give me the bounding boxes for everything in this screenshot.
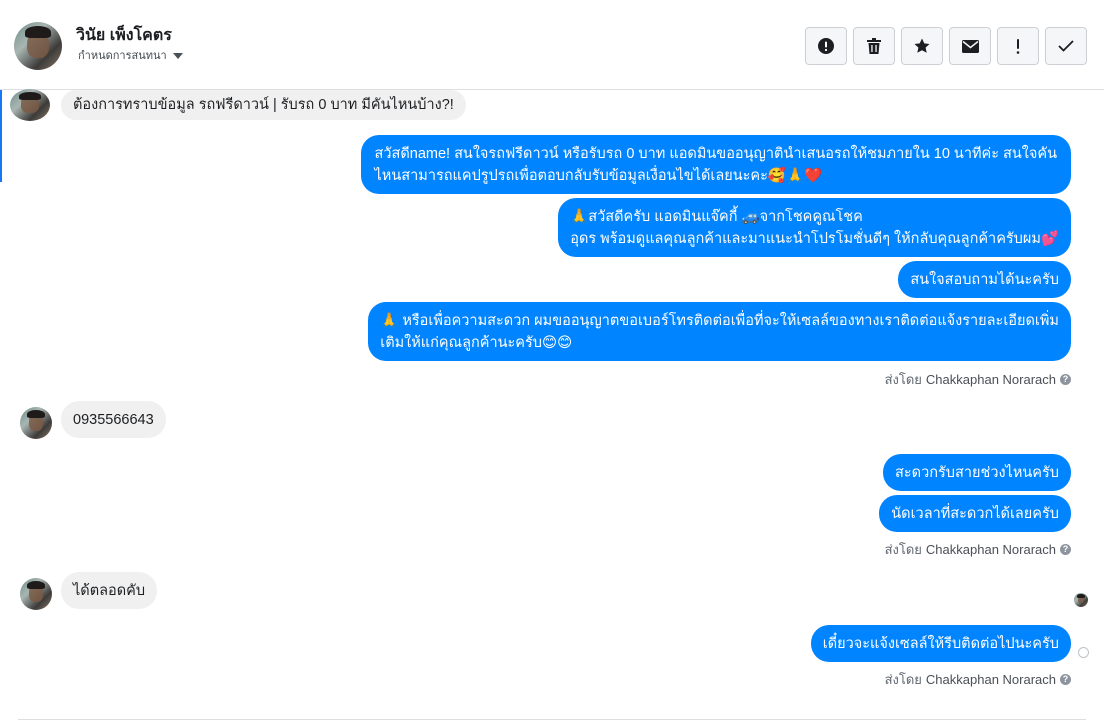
contact-avatar [20, 407, 52, 439]
help-icon[interactable]: ? [1060, 374, 1071, 385]
delete-button[interactable] [853, 27, 895, 65]
outgoing-message: เดี๋ยวจะแจ้งเซลล์ให้รีบติดต่อไปนะครับ [810, 625, 1071, 662]
caret-down-icon [172, 52, 183, 59]
delivered-icon [1078, 647, 1089, 658]
message-text-line: ไหนสามารถแคปรูปรถเพื่อตอบกลับรับข้อมูลเง… [374, 168, 823, 184]
seen-by-avatar [1074, 593, 1088, 607]
page-ad-avatar [10, 89, 50, 121]
message-text-line: 🙏 หรือเพื่อความสะดวก ผมขออนุญาตขอเบอร์โท… [380, 313, 1059, 329]
message-text-line: เติมให้แก่คุณลูกค้านะครับ😊😊 [380, 335, 573, 351]
action-toolbar [805, 27, 1087, 65]
message-text-line: 🙏สวัสดีครับ แอดมินแจ๊คกี้ 🚙จากโชคคูณโชค [570, 209, 863, 225]
exclamation-icon [1016, 38, 1020, 54]
message-text: ได้ตลอดคับ [73, 583, 146, 599]
mark-unread-button[interactable] [949, 27, 991, 65]
sender-name[interactable]: Chakkaphan Norarach [926, 542, 1056, 557]
outgoing-message: 🙏สวัสดีครับ แอดมินแจ๊คกี้ 🚙จากโชคคูณโชค … [558, 198, 1071, 257]
alert-circle-icon [818, 38, 834, 54]
star-icon [914, 38, 930, 53]
message-thread[interactable]: ต้องการทราบข้อมูล รถฟรีดาวน์ | รับรถ 0 บ… [0, 89, 1104, 722]
incoming-message: ได้ตลอดคับ [61, 572, 158, 609]
outgoing-message: 🙏 หรือเพื่อความสะดวก ผมขออนุญาตขอเบอร์โท… [368, 302, 1071, 361]
sent-by-label: ส่งโดย Chakkaphan Norarach ? [885, 669, 1071, 690]
conversation-header: วินัย เพ็งโคตร กำหนดการสนทนา [0, 0, 1104, 90]
outgoing-message: สะดวกรับสายช่วงไหนครับ [883, 454, 1071, 491]
sender-name[interactable]: Chakkaphan Norarach [926, 372, 1056, 387]
checkmark-icon [1058, 40, 1074, 52]
trash-icon [867, 38, 881, 54]
sent-by-prefix: ส่งโดย [884, 372, 922, 387]
star-button[interactable] [901, 27, 943, 65]
contact-avatar[interactable] [14, 22, 62, 70]
sent-by-label: ส่งโดย Chakkaphan Norarach ? [885, 369, 1071, 390]
sent-by-prefix: ส่งโดย [884, 542, 922, 557]
assign-conversation-label: กำหนดการสนทนา [78, 50, 167, 62]
contact-name[interactable]: วินัย เพ็งโคตร [76, 23, 172, 48]
sent-by-label: ส่งโดย Chakkaphan Norarach ? [885, 539, 1071, 560]
message-text: เดี๋ยวจะแจ้งเซลล์ให้รีบติดต่อไปนะครับ [822, 636, 1059, 652]
incoming-message: 0935566643 [61, 401, 166, 438]
sender-name[interactable]: Chakkaphan Norarach [926, 672, 1056, 687]
outgoing-message: สนใจสอบถามได้นะครับ [898, 261, 1071, 298]
message-text: 0935566643 [73, 412, 154, 428]
assign-conversation-dropdown[interactable]: กำหนดการสนทนา [78, 46, 183, 64]
flag-button[interactable] [997, 27, 1039, 65]
envelope-icon [961, 39, 979, 53]
contact-avatar [20, 578, 52, 610]
mark-done-button[interactable] [1045, 27, 1087, 65]
help-icon[interactable]: ? [1060, 674, 1071, 685]
outgoing-message: สวัสดีname! สนใจรถฟรีดาวน์ หรือรับรถ 0 บ… [360, 135, 1071, 194]
composer-divider [18, 719, 1086, 720]
mark-spam-button[interactable] [805, 27, 847, 65]
incoming-message: ต้องการทราบข้อมูล รถฟรีดาวน์ | รับรถ 0 บ… [61, 90, 466, 120]
message-text: สนใจสอบถามได้นะครับ [910, 272, 1059, 288]
outgoing-message: นัดเวลาที่สะดวกได้เลยครับ [879, 495, 1071, 532]
message-text: สะดวกรับสายช่วงไหนครับ [895, 465, 1059, 481]
sent-by-prefix: ส่งโดย [884, 672, 922, 687]
message-text: ต้องการทราบข้อมูล รถฟรีดาวน์ | รับรถ 0 บ… [73, 97, 454, 113]
message-text-line: อุดร พร้อมดูแลคุณลูกค้าและมาแนะนำโปรโมชั… [570, 231, 1059, 247]
message-text: นัดเวลาที่สะดวกได้เลยครับ [891, 506, 1059, 522]
help-icon[interactable]: ? [1060, 544, 1071, 555]
message-text-line: สวัสดีname! สนใจรถฟรีดาวน์ หรือรับรถ 0 บ… [374, 146, 1058, 162]
